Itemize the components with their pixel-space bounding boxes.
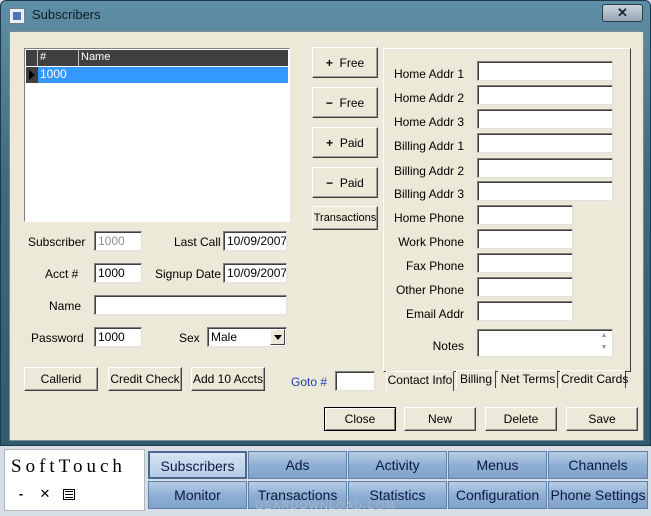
nav-menus[interactable]: Menus [448, 451, 547, 479]
nav-phone-settings[interactable]: Phone Settings [548, 481, 648, 509]
goto-label: Goto # [291, 375, 328, 389]
row-name-cell[interactable] [79, 67, 288, 83]
window-title: Subscribers [32, 7, 101, 22]
nav-channels[interactable]: Channels [548, 451, 648, 479]
nav-ads[interactable]: Ads [248, 451, 347, 479]
acct-label: Acct # [45, 267, 79, 281]
plus-icon: + [325, 55, 333, 70]
table-row[interactable]: 1000 [26, 67, 288, 83]
home-addr1-label: Home Addr 1 [393, 67, 464, 81]
home-addr2-label: Home Addr 2 [393, 91, 464, 105]
password-field[interactable]: 1000 [94, 327, 142, 347]
email-addr-field[interactable] [477, 301, 573, 321]
transactions-button[interactable]: Transactions [312, 206, 378, 230]
signup-date-field[interactable]: 10/09/2007 [223, 263, 287, 283]
app-logo-area: SoftTouch - ✕ [4, 449, 145, 511]
minus-icon: − [325, 95, 333, 110]
home-phone-field[interactable] [477, 205, 573, 225]
scroll-down-icon[interactable]: ▼ [598, 343, 610, 353]
remove-free-label: Free [339, 95, 365, 110]
fax-phone-field[interactable] [477, 253, 573, 273]
sex-select[interactable]: Male [207, 327, 287, 347]
minus-icon: − [326, 175, 334, 190]
app-logo: SoftTouch [11, 456, 126, 477]
signup-date-label: Signup Date [155, 267, 222, 281]
close-icon[interactable]: ✕ [37, 486, 53, 502]
contact-info-panel: Home Addr 1 Home Addr 2 Home Addr 3 Bill… [383, 48, 631, 372]
nav-configuration[interactable]: Configuration [448, 481, 547, 509]
subscriber-grid[interactable]: # Name 1000 [24, 48, 290, 222]
email-addr-label: Email Addr [405, 307, 464, 321]
tab-net-terms[interactable]: Net Terms [498, 370, 558, 388]
goto-field[interactable] [335, 371, 375, 391]
acct-field[interactable]: 1000 [94, 263, 142, 283]
work-phone-field[interactable] [477, 229, 573, 249]
remove-free-button[interactable]: − Free [312, 87, 378, 118]
watermark: GEARDOWNLOAD.COM [255, 500, 396, 512]
dropdown-arrow[interactable] [270, 329, 285, 345]
nav-activity[interactable]: Activity [348, 451, 447, 479]
remove-paid-button[interactable]: − Paid [312, 167, 378, 198]
window-client-area: # Name 1000 Subscriber 1000 Last Call 10… [9, 31, 644, 441]
add-10-accts-button[interactable]: Add 10 Accts [191, 367, 265, 391]
nav-monitor[interactable]: Monitor [148, 481, 247, 509]
billing-addr3-label: Billing Addr 3 [393, 187, 464, 201]
new-button[interactable]: New [404, 407, 476, 431]
home-addr3-label: Home Addr 3 [393, 115, 464, 129]
plus-icon: + [326, 135, 334, 150]
other-phone-field[interactable] [477, 277, 573, 297]
callerid-button[interactable]: Callerid [24, 367, 98, 391]
billing-addr1-field[interactable] [477, 133, 613, 153]
minimize-icon[interactable]: - [13, 486, 29, 502]
chevron-down-icon [274, 335, 282, 340]
window-app-icon [9, 8, 25, 24]
last-call-field[interactable]: 10/09/2007 [223, 231, 287, 251]
row-num-cell[interactable]: 1000 [38, 67, 79, 83]
name-label: Name [49, 299, 82, 313]
add-free-label: Free [339, 55, 365, 70]
home-phone-label: Home Phone [393, 211, 464, 225]
other-phone-label: Other Phone [395, 283, 464, 297]
tab-billing[interactable]: Billing [456, 370, 496, 388]
home-addr2-field[interactable] [477, 85, 613, 105]
work-phone-label: Work Phone [398, 235, 464, 249]
home-addr3-field[interactable] [477, 109, 613, 129]
billing-addr1-label: Billing Addr 1 [393, 139, 464, 153]
home-addr1-field[interactable] [477, 61, 613, 81]
delete-button[interactable]: Delete [485, 407, 557, 431]
fax-phone-label: Fax Phone [405, 259, 464, 273]
grid-header-num[interactable]: # [38, 50, 79, 66]
row-pointer-icon [26, 67, 38, 83]
grid-header: # Name [26, 50, 288, 66]
subscriber-field[interactable]: 1000 [94, 231, 142, 251]
billing-addr2-label: Billing Addr 2 [393, 164, 464, 178]
billing-addr2-field[interactable] [477, 158, 613, 178]
subscriber-label: Subscriber [28, 235, 86, 249]
properties-icon[interactable] [61, 486, 77, 502]
add-paid-label: Paid [339, 135, 364, 150]
notes-label: Notes [432, 339, 464, 353]
remove-paid-label: Paid [339, 175, 364, 190]
add-paid-button[interactable]: + Paid [312, 127, 378, 158]
scroll-up-icon[interactable]: ▲ [598, 331, 610, 341]
sex-select-value: Male [211, 330, 238, 344]
sex-label: Sex [179, 331, 200, 345]
tab-contact-info[interactable]: Contact Info [386, 371, 454, 391]
subscribers-window: Subscribers ✕ # Name 1000 Subscriber 100… [0, 0, 651, 446]
tab-credit-cards[interactable]: Credit Cards [560, 370, 628, 388]
grid-header-name[interactable]: Name [79, 50, 288, 66]
last-call-label: Last Call [174, 235, 221, 249]
billing-addr3-field[interactable] [477, 181, 613, 201]
credit-check-button[interactable]: Credit Check [108, 367, 182, 391]
window-close-button[interactable]: ✕ [602, 4, 643, 22]
nav-subscribers[interactable]: Subscribers [148, 451, 247, 479]
close-button[interactable]: Close [324, 407, 396, 431]
grid-header-indicator [26, 50, 38, 66]
add-free-button[interactable]: + Free [312, 47, 378, 78]
save-button[interactable]: Save [566, 407, 638, 431]
name-field[interactable] [94, 295, 287, 315]
notes-field[interactable]: ▲ ▼ [477, 329, 613, 357]
password-label: Password [31, 331, 84, 345]
